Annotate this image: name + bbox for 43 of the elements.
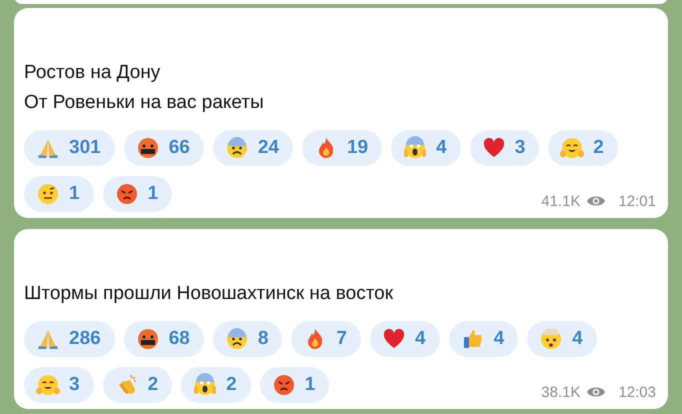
reaction-button[interactable]: 19 <box>302 130 382 166</box>
reaction-button[interactable]: 301 <box>24 130 115 166</box>
message-text: Штормы прошли Новошахтинск на восток <box>24 282 394 306</box>
reaction-button[interactable]: 3 <box>470 130 540 166</box>
reaction-button[interactable]: 4 <box>391 130 461 166</box>
cursing-face-icon <box>136 327 160 351</box>
reaction-button[interactable]: 4 <box>370 321 440 357</box>
reaction-button[interactable]: 3 <box>24 367 94 403</box>
exploding-head-icon <box>539 327 564 351</box>
reaction-button[interactable]: 4 <box>527 321 597 357</box>
message-text: Ростов на Дону <box>24 61 162 85</box>
reaction-button[interactable]: 1 <box>102 176 172 212</box>
message-time: 12:03 <box>618 384 656 400</box>
reaction-button[interactable]: 7 <box>291 321 361 357</box>
angry-face-icon <box>272 373 296 397</box>
view-count: 41.1K <box>541 192 580 210</box>
reaction-button[interactable]: 286 <box>24 321 115 357</box>
raised-eyebrow-face-icon <box>36 182 60 206</box>
message-time: 12:01 <box>618 192 656 210</box>
hugging-face-icon <box>560 136 584 160</box>
reaction-button[interactable]: 1 <box>260 367 330 403</box>
cursing-face-icon <box>136 136 160 160</box>
hugging-face-icon <box>36 373 60 397</box>
reaction-button[interactable]: 68 <box>124 321 204 357</box>
fearful-face-icon <box>224 136 249 160</box>
eye-icon <box>586 385 606 399</box>
screaming-face-icon <box>193 373 218 397</box>
fearful-face-icon <box>224 327 249 351</box>
view-count: 38.1K <box>541 384 580 400</box>
angry-face-icon <box>114 182 139 206</box>
eye-icon <box>586 194 606 208</box>
reaction-button[interactable]: 2 <box>181 367 251 403</box>
reaction-button[interactable]: 2 <box>548 130 618 166</box>
reaction-button[interactable]: 24 <box>212 130 293 166</box>
message-text: От Ровеньки на вас ракеты <box>24 91 265 115</box>
reaction-button[interactable]: 66 <box>124 130 204 166</box>
reaction-button[interactable]: 8 <box>212 321 282 357</box>
reaction-button[interactable]: 4 <box>448 321 518 357</box>
reaction-button[interactable]: 1 <box>24 176 94 212</box>
heart-icon <box>482 136 506 160</box>
screaming-face-icon <box>403 136 428 160</box>
reaction-button[interactable]: 2 <box>102 367 172 403</box>
heart-icon <box>382 327 406 351</box>
